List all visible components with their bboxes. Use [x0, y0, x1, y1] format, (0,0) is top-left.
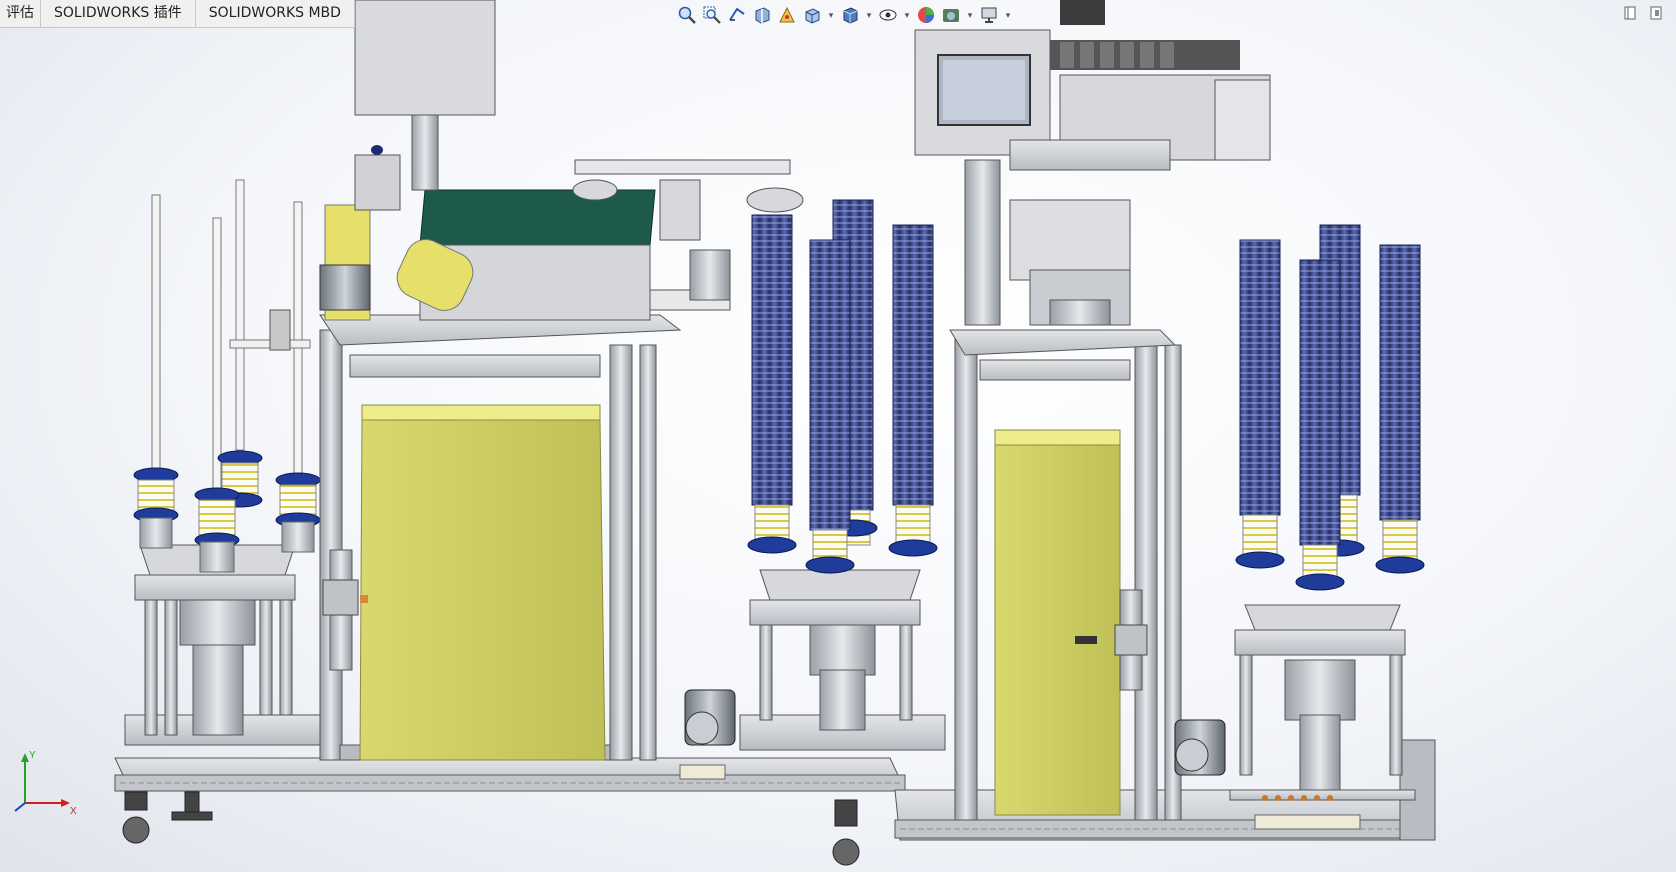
view-orientation-icon[interactable]: [801, 3, 823, 27]
chevron-down-icon[interactable]: ▾: [826, 3, 836, 27]
maximize-icon[interactable]: [1650, 6, 1662, 20]
display-style-icon[interactable]: [839, 3, 861, 27]
zoom-to-fit-icon[interactable]: [676, 3, 698, 27]
heads-up-view-toolbar: ▾ ▾ ▾ ▾ ▾: [676, 3, 1013, 29]
graphics-area[interactable]: 评估 SOLIDWORKS 插件 SOLIDWORKS MBD ▾ ▾ ▾ ▾ …: [0, 0, 1676, 872]
chevron-down-icon[interactable]: ▾: [1003, 3, 1013, 27]
restore-icon[interactable]: [1624, 6, 1636, 20]
tab-solidworks-mbd[interactable]: SOLIDWORKS MBD: [195, 0, 355, 28]
apply-scene-icon[interactable]: [940, 3, 962, 27]
hide-show-icon[interactable]: [877, 3, 899, 27]
triad-x-label: X: [70, 806, 77, 817]
command-manager-tabs: 评估 SOLIDWORKS 插件 SOLIDWORKS MBD: [0, 0, 355, 28]
coordinate-triad: Y X: [14, 750, 77, 817]
triad-y-label: Y: [29, 750, 36, 761]
view-settings-icon[interactable]: [978, 3, 1000, 27]
section-view-icon[interactable]: [751, 3, 773, 27]
zoom-to-area-icon[interactable]: [701, 3, 723, 27]
chevron-down-icon[interactable]: ▾: [965, 3, 975, 27]
edit-appearance-icon[interactable]: [915, 3, 937, 27]
tab-solidworks-addins[interactable]: SOLIDWORKS 插件: [41, 0, 196, 28]
assembly-model[interactable]: [0, 0, 1676, 872]
dynamic-annotation-icon[interactable]: [776, 3, 798, 27]
previous-view-icon[interactable]: [726, 3, 748, 27]
chevron-down-icon[interactable]: ▾: [864, 3, 874, 27]
viewport-window-controls: [1624, 6, 1662, 20]
chevron-down-icon[interactable]: ▾: [902, 3, 912, 27]
tab-evaluate[interactable]: 评估: [0, 0, 41, 28]
